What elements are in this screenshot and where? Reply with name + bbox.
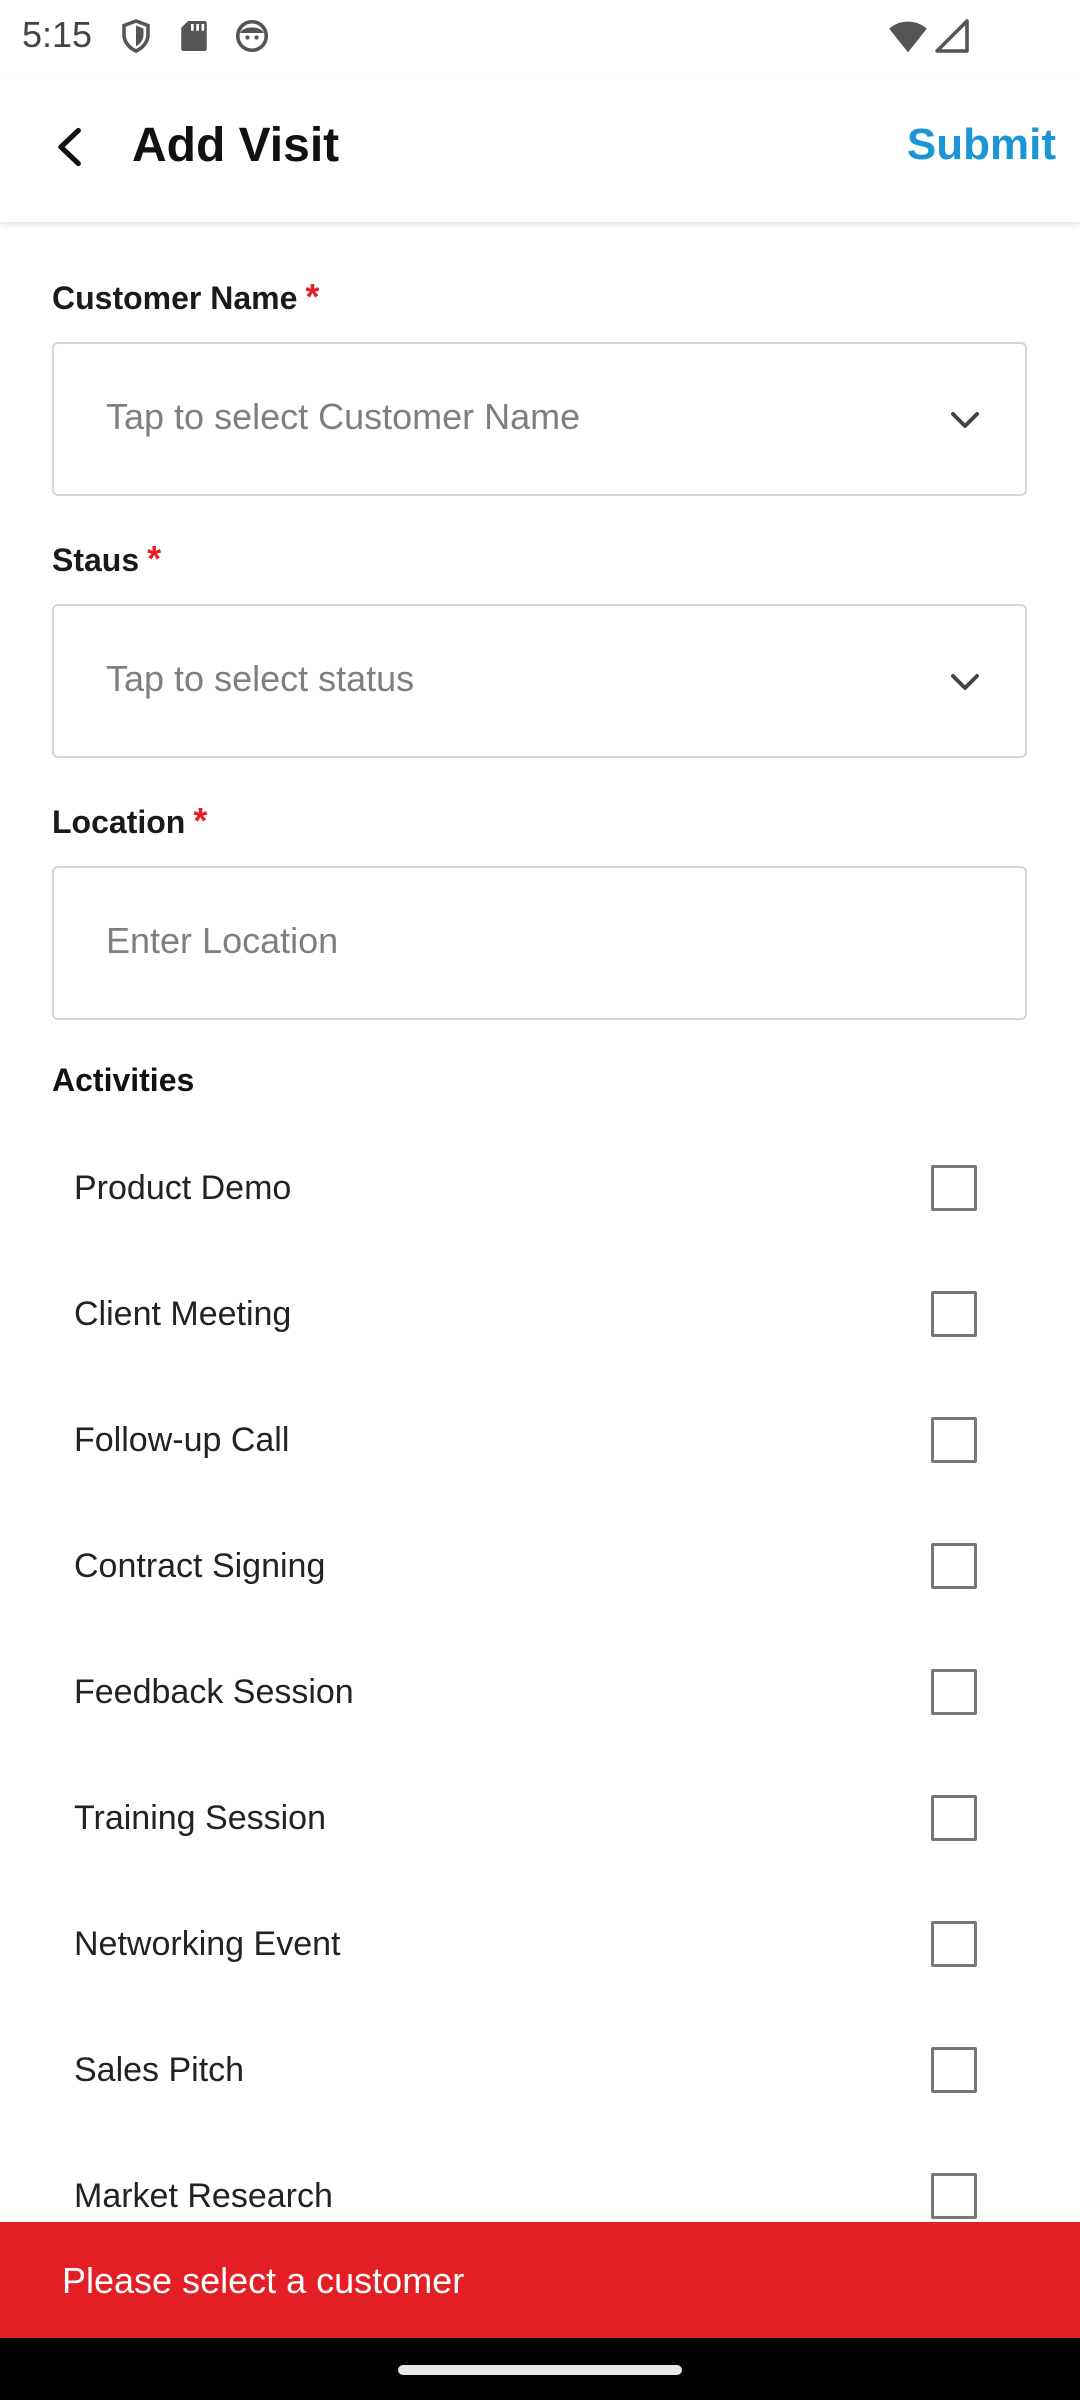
page-title: Add Visit	[132, 119, 340, 172]
activity-label: Contract Signing	[74, 1547, 326, 1585]
chevron-down-icon	[951, 412, 979, 428]
wifi-icon	[889, 21, 927, 53]
activity-checkbox[interactable]	[931, 1543, 977, 1589]
sd-card-icon	[181, 21, 207, 51]
required-marker: *	[193, 800, 208, 841]
activities-title: Activities	[52, 1062, 195, 1098]
activity-row[interactable]: Feedback Session	[52, 1637, 1027, 1747]
location-placeholder: Enter Location	[106, 920, 339, 961]
status-time: 5:15	[22, 14, 93, 55]
back-button[interactable]	[40, 116, 102, 178]
add-visit-screen: 5:15 Add Visit Submit Customer Name * Ta…	[0, 0, 1080, 2400]
activity-label: Training Session	[74, 1799, 326, 1837]
activity-row[interactable]: Contract Signing	[52, 1511, 1027, 1621]
error-snackbar: Please select a customer	[0, 2222, 1080, 2338]
submit-button[interactable]: Submit	[907, 120, 1056, 170]
activity-checkbox[interactable]	[931, 1417, 977, 1463]
location-label: Location *	[52, 800, 207, 842]
face-icon	[235, 19, 269, 53]
chevron-down-icon	[951, 674, 979, 690]
activity-row[interactable]: Product Demo	[52, 1133, 1027, 1243]
activity-label: Feedback Session	[74, 1673, 354, 1711]
home-indicator[interactable]	[398, 2365, 682, 2375]
activity-row[interactable]: Sales Pitch	[52, 2015, 1027, 2125]
activity-checkbox[interactable]	[931, 2173, 977, 2219]
activity-checkbox[interactable]	[931, 1165, 977, 1211]
activity-row[interactable]: Client Meeting	[52, 1259, 1027, 1369]
customer-name-dropdown[interactable]: Tap to select Customer Name	[52, 342, 1027, 496]
activity-checkbox[interactable]	[931, 1291, 977, 1337]
activity-label: Follow-up Call	[74, 1421, 290, 1459]
snackbar-message: Please select a customer	[62, 2260, 465, 2301]
activity-label: Sales Pitch	[74, 2051, 245, 2089]
activity-row[interactable]: Follow-up Call	[52, 1385, 1027, 1495]
customer-name-placeholder: Tap to select Customer Name	[106, 396, 581, 437]
activity-row[interactable]: Training Session	[52, 1763, 1027, 1873]
system-nav-bar	[0, 2338, 1080, 2400]
location-label-text: Location	[52, 804, 186, 840]
customer-name-label: Customer Name *	[52, 276, 319, 318]
app-bar: Add Visit Submit	[0, 74, 1080, 222]
activity-label: Networking Event	[74, 1925, 341, 1963]
status-label-text: Staus	[52, 542, 140, 578]
location-input[interactable]: Enter Location	[52, 866, 1027, 1020]
activity-row[interactable]: Networking Event	[52, 1889, 1027, 1999]
activity-label: Client Meeting	[74, 1295, 292, 1333]
activity-label: Product Demo	[74, 1169, 292, 1207]
activity-checkbox[interactable]	[931, 1921, 977, 1967]
required-marker: *	[305, 276, 320, 317]
activity-checkbox[interactable]	[931, 2047, 977, 2093]
activity-label: Market Research	[74, 2177, 333, 2215]
activity-checkbox[interactable]	[931, 1669, 977, 1715]
back-arrow-icon	[58, 127, 81, 167]
status-bar: 5:15	[0, 0, 1080, 74]
signal-icon	[935, 19, 969, 53]
status-label: Staus *	[52, 538, 161, 580]
status-dropdown[interactable]: Tap to select status	[52, 604, 1027, 758]
required-marker: *	[147, 538, 162, 579]
status-placeholder: Tap to select status	[106, 658, 415, 699]
customer-name-label-text: Customer Name	[52, 280, 298, 316]
shield-icon	[122, 19, 150, 53]
activity-checkbox[interactable]	[931, 1795, 977, 1841]
